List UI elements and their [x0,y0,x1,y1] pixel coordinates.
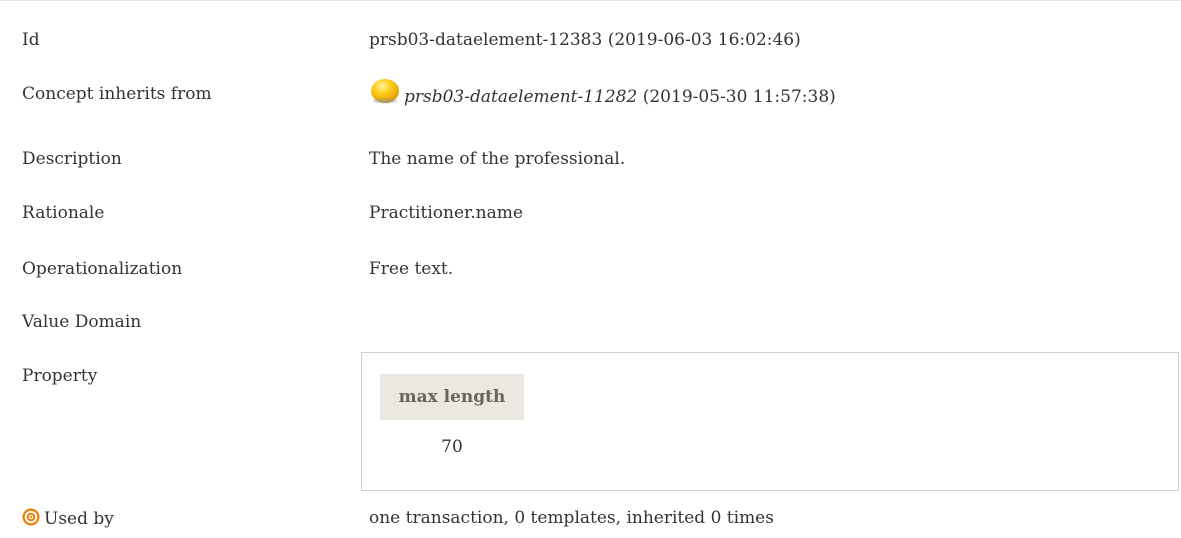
max-length-value: 70 [441,437,463,457]
id-value: prsb03-dataelement-12383 (2019-06-03 16:… [369,30,801,50]
description-label: Description [22,149,122,169]
inherited-concept-link[interactable]: prsb03-dataelement-11282 [404,87,637,107]
rationale-label: Rationale [22,203,105,223]
max-length-header: max length [380,374,524,420]
property-table: max length 70 [361,352,1179,491]
value-domain-label: Value Domain [22,312,142,332]
id-label: Id [22,30,40,50]
operationalization-label: Operationalization [22,259,183,279]
used-by-label-group[interactable]: Used by [22,508,114,529]
concept-inherits-label: Concept inherits from [22,84,212,104]
concept-inherits-value: prsb03-dataelement-11282 (2019-05-30 11:… [370,78,836,107]
rationale-value: Practitioner.name [369,203,523,223]
used-by-value: one transaction, 0 templates, inherited … [369,508,774,528]
target-icon [22,508,40,526]
yellow-orb-icon [371,79,399,104]
inherited-concept-date: (2019-05-30 11:57:38) [642,87,836,107]
property-label: Property [22,366,98,386]
top-divider [0,0,1181,1]
operationalization-value: Free text. [369,259,454,279]
description-value: The name of the professional. [369,149,626,169]
used-by-label: Used by [44,509,114,529]
